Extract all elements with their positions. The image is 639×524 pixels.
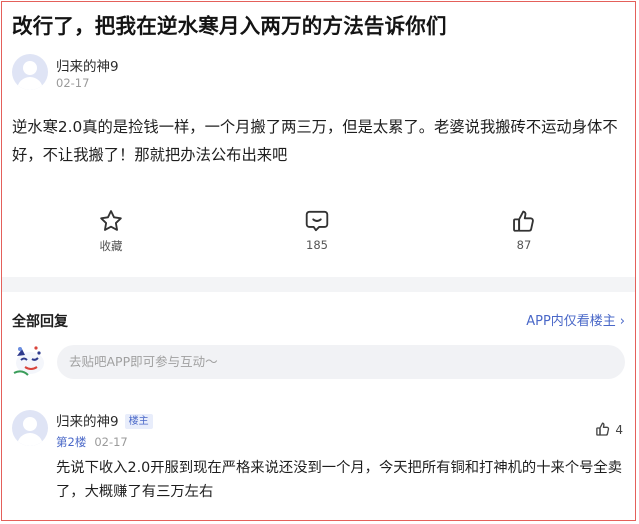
reply-like-button[interactable]: 4 — [595, 419, 623, 438]
star-icon — [100, 210, 122, 231]
all-replies-heading: 全部回复 — [12, 314, 68, 330]
comment-count: 185 — [306, 238, 328, 252]
favorite-label: 收藏 — [99, 239, 123, 253]
thumbs-up-icon — [596, 422, 610, 436]
reply-author-avatar[interactable] — [12, 410, 48, 446]
post-title: 改行了，把我在逆水寒月入两万的方法告诉你们 — [12, 14, 447, 38]
comment-button[interactable]: 185 — [287, 208, 347, 252]
author-name[interactable]: 归来的神9 — [56, 55, 119, 75]
op-badge: 楼主 — [124, 414, 153, 429]
reply-like-count: 4 — [615, 423, 623, 437]
reply-author[interactable]: 归来的神9 楼主 — [56, 410, 153, 430]
reply-author-name: 归来的神9 — [56, 414, 119, 430]
reply-meta: 第2楼 02-17 — [56, 434, 128, 450]
favorite-button[interactable]: 收藏 — [81, 208, 141, 254]
author-avatar[interactable] — [12, 54, 48, 90]
op-only-link[interactable]: APP内仅看楼主 › — [526, 310, 625, 329]
page-frame: 改行了，把我在逆水寒月入两万的方法告诉你们 归来的神9 02-17 逆水寒2.0… — [1, 1, 636, 521]
post-body: 逆水寒2.0真的是捡钱一样，一个月搬了两三万，但是太累了。老婆说我搬砖不运动身体… — [12, 118, 618, 164]
comment-icon — [305, 210, 329, 232]
like-button[interactable]: 87 — [494, 208, 554, 252]
post-date: 02-17 — [56, 76, 90, 90]
thumbs-up-icon — [513, 210, 534, 232]
section-divider — [2, 277, 635, 292]
like-count: 87 — [516, 238, 532, 252]
chevron-right-icon: › — [619, 314, 625, 329]
reply-text: 先说下收入2.0开服到现在严格来说还没到一个月，今天把所有铜和打神机的十来个号全… — [56, 460, 623, 500]
reply-floor: 第2楼 — [56, 435, 87, 449]
mascot-avatar-icon — [13, 346, 44, 376]
reply-date: 02-17 — [94, 435, 128, 449]
reply-input[interactable]: 去贴吧APP即可参与互动～ — [57, 345, 625, 379]
op-only-label: APP内仅看楼主 — [526, 314, 616, 329]
